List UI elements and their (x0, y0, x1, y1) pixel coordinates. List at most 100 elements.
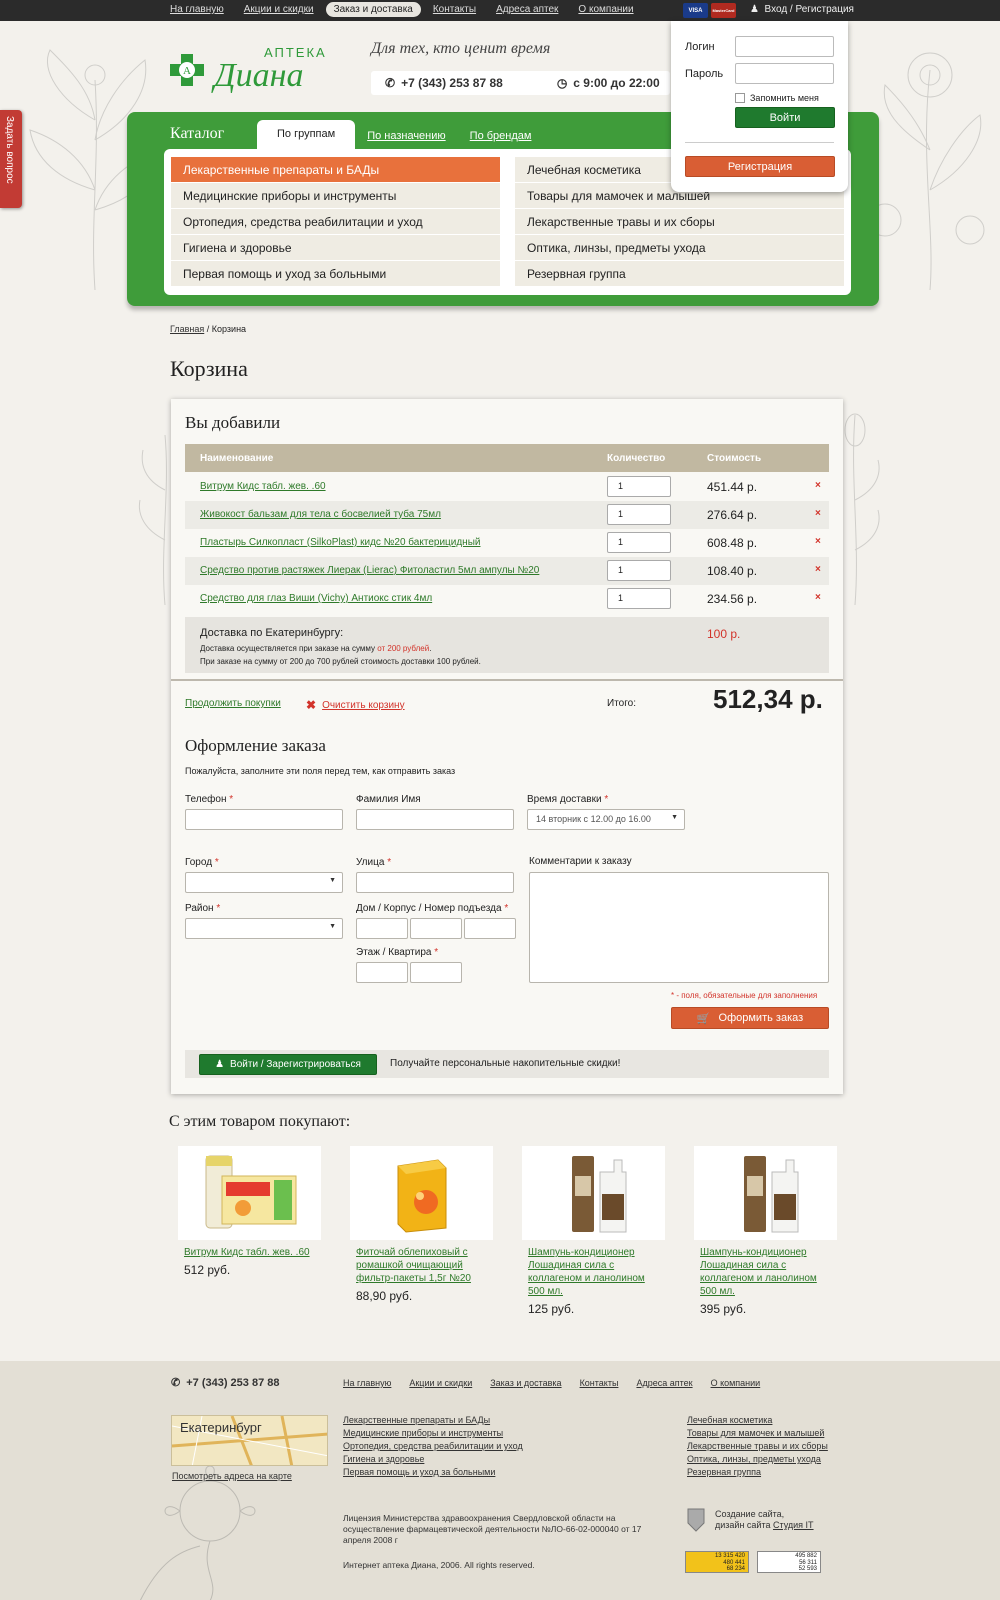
street-input[interactable] (356, 872, 514, 893)
studio-logo-icon (687, 1508, 705, 1532)
chevron-down-icon: ▼ (329, 923, 336, 930)
top-nav-home[interactable]: На главную (162, 2, 232, 17)
catalog-item[interactable]: Лекарственные препараты и БАДы (171, 157, 500, 182)
table-row: Пластырь Силкопласт (SilkoPlast) кидс №2… (185, 529, 829, 557)
liveinternet-counter[interactable]: 495 882 56 311 52 593 (757, 1551, 821, 1573)
apartment-input[interactable] (410, 962, 462, 983)
footer-nav-about[interactable]: О компании (711, 1378, 761, 1388)
footer-catalog-link[interactable]: Лекарственные травы и их сборы (687, 1441, 828, 1451)
top-nav-delivery[interactable]: Заказ и доставка (325, 2, 421, 17)
top-nav: На главную Акции и скидки Заказ и достав… (162, 2, 642, 17)
shampoo-bottle-image[interactable] (694, 1146, 837, 1240)
footer-catalog-link[interactable]: Первая помощь и уход за больными (343, 1467, 523, 1477)
svg-text:А: А (183, 65, 191, 77)
comment-textarea[interactable] (529, 872, 829, 983)
top-nav-addresses[interactable]: Адреса аптек (488, 2, 566, 17)
floor-input[interactable] (356, 962, 408, 983)
remove-item-icon[interactable]: × (815, 592, 821, 603)
tab-by-purpose[interactable]: По назначению (355, 122, 457, 150)
catalog-item[interactable]: Ортопедия, средства реабилитации и уход (171, 209, 500, 234)
top-nav-promotions[interactable]: Акции и скидки (236, 2, 322, 17)
studio-line-2: дизайн сайта (715, 1520, 773, 1530)
quantity-input[interactable]: 1 (607, 588, 671, 609)
recommended-product-link[interactable]: Шампунь-кондиционер Лошадиная сила с кол… (528, 1246, 658, 1298)
remove-item-icon[interactable]: × (815, 508, 821, 519)
logo[interactable]: А АПТЕКА Диана (168, 46, 327, 93)
catalog-item[interactable]: Первая помощь и уход за больными (171, 261, 500, 286)
phone-icon: ✆ (171, 1377, 181, 1389)
quantity-input[interactable]: 1 (607, 504, 671, 525)
quantity-input[interactable]: 1 (607, 560, 671, 581)
login-register-link[interactable]: ♟ Вход / Регистрация (750, 4, 854, 15)
product-link[interactable]: Средство против растяжек Лиерак (Lierac)… (200, 565, 539, 576)
catalog-item[interactable]: Лекарственные травы и их сборы (515, 209, 844, 234)
footer-catalog-link[interactable]: Товары для мамочек и малышей (687, 1428, 828, 1438)
footer-nav-addresses[interactable]: Адреса аптек (636, 1378, 692, 1388)
place-order-button[interactable]: 🛒 Оформить заказ (671, 1007, 829, 1029)
studio-link[interactable]: Студия IT (773, 1520, 814, 1530)
password-input[interactable] (734, 63, 834, 84)
footer-catalog-link[interactable]: Медицинские приборы и инструменты (343, 1428, 523, 1438)
catalog-item[interactable]: Гигиена и здоровье (171, 235, 500, 260)
remove-item-icon[interactable]: × (815, 564, 821, 575)
top-nav-contacts[interactable]: Контакты (425, 2, 484, 17)
item-price: 276.64 р. (707, 508, 758, 522)
house-input[interactable] (356, 918, 408, 939)
ask-question-tab[interactable]: Задать вопрос (0, 110, 22, 208)
login-input[interactable] (734, 36, 834, 57)
catalog-item[interactable]: Медицинские приборы и инструменты (171, 183, 500, 208)
recommended-product-link[interactable]: Фиточай облепиховый с ромашкой очищающий… (356, 1246, 486, 1285)
footer-catalog-link[interactable]: Ортопедия, средства реабилитации и уход (343, 1441, 523, 1451)
shampoo-bottle-image[interactable] (522, 1146, 665, 1240)
footer-catalog-link[interactable]: Лекарственные препараты и БАДы (343, 1415, 523, 1425)
footer-catalog-link[interactable]: Лечебная косметика (687, 1415, 828, 1425)
quantity-input[interactable]: 1 (607, 532, 671, 553)
entrance-input[interactable] (464, 918, 516, 939)
yandex-counter[interactable]: 13 315 420 480 441 68 234 (685, 1551, 749, 1573)
breadcrumb-home[interactable]: Главная (170, 324, 204, 334)
continue-shopping-link[interactable]: Продолжить покупки (185, 698, 281, 709)
clock-icon: ◷ (556, 76, 568, 90)
product-link[interactable]: Живокост бальзам для тела с босвелией ту… (200, 509, 441, 520)
recommended-product-link[interactable]: Шампунь-кондиционер Лошадиная сила с кол… (700, 1246, 830, 1298)
remove-item-icon[interactable]: × (815, 480, 821, 491)
login-submit-button[interactable]: Войти (735, 107, 835, 128)
product-link[interactable]: Витрум Кидс табл. жев. .60 (200, 481, 326, 492)
footer-catalog-link[interactable]: Резервная группа (687, 1467, 828, 1477)
tab-by-brands[interactable]: По брендам (458, 122, 544, 150)
top-nav-about[interactable]: О компании (570, 2, 641, 17)
clear-cart-label: Очистить корзину (322, 699, 405, 711)
delivery-time-select[interactable]: 14 вторник с 12.00 до 16.00 ▼ (527, 809, 685, 830)
footer-catalog-link[interactable]: Оптика, линзы, предметы ухода (687, 1454, 828, 1464)
promo-text: Получайте персональные накопительные ски… (390, 1058, 621, 1069)
tea-box-image[interactable] (350, 1146, 493, 1240)
register-button[interactable]: Регистрация (685, 156, 835, 177)
phone-input[interactable] (185, 809, 343, 830)
footer-nav-promotions[interactable]: Акции и скидки (409, 1378, 472, 1388)
product-link[interactable]: Средство для глаз Виши (Vichy) Антиокс с… (200, 593, 432, 604)
recommended-item: Шампунь-кондиционер Лошадиная сила с кол… (694, 1146, 839, 1316)
recommended-product-link[interactable]: Витрум Кидс табл. жев. .60 (184, 1246, 314, 1259)
clear-cart-link[interactable]: ✖ Очистить корзину (306, 698, 405, 712)
promo-bar: ♟ Войти / Зарегистрироваться Получайте п… (185, 1050, 829, 1078)
name-input[interactable] (356, 809, 514, 830)
district-select[interactable]: ▼ (185, 918, 343, 939)
remember-checkbox[interactable] (735, 93, 745, 103)
tab-by-groups[interactable]: По группам (257, 120, 356, 150)
product-link[interactable]: Пластырь Силкопласт (SilkoPlast) кидс №2… (200, 537, 480, 548)
map-addresses-link[interactable]: Посмотреть адреса на карте (172, 1471, 292, 1481)
footer-nav-contacts[interactable]: Контакты (580, 1378, 619, 1388)
catalog-item[interactable]: Резервная группа (515, 261, 844, 286)
quantity-input[interactable]: 1 (607, 476, 671, 497)
catalog-item[interactable]: Оптика, линзы, предметы ухода (515, 235, 844, 260)
login-register-button[interactable]: ♟ Войти / Зарегистрироваться (199, 1054, 377, 1075)
vitrum-box-image[interactable] (178, 1146, 321, 1240)
city-select[interactable]: ▼ (185, 872, 343, 893)
footer-nav-home[interactable]: На главную (343, 1378, 391, 1388)
user-icon: ♟ (750, 4, 759, 15)
building-input[interactable] (410, 918, 462, 939)
footer-nav-delivery[interactable]: Заказ и доставка (490, 1378, 561, 1388)
footer-catalog-link[interactable]: Гигиена и здоровье (343, 1454, 523, 1464)
footer-map[interactable]: Екатеринбург (171, 1415, 328, 1466)
remove-item-icon[interactable]: × (815, 536, 821, 547)
